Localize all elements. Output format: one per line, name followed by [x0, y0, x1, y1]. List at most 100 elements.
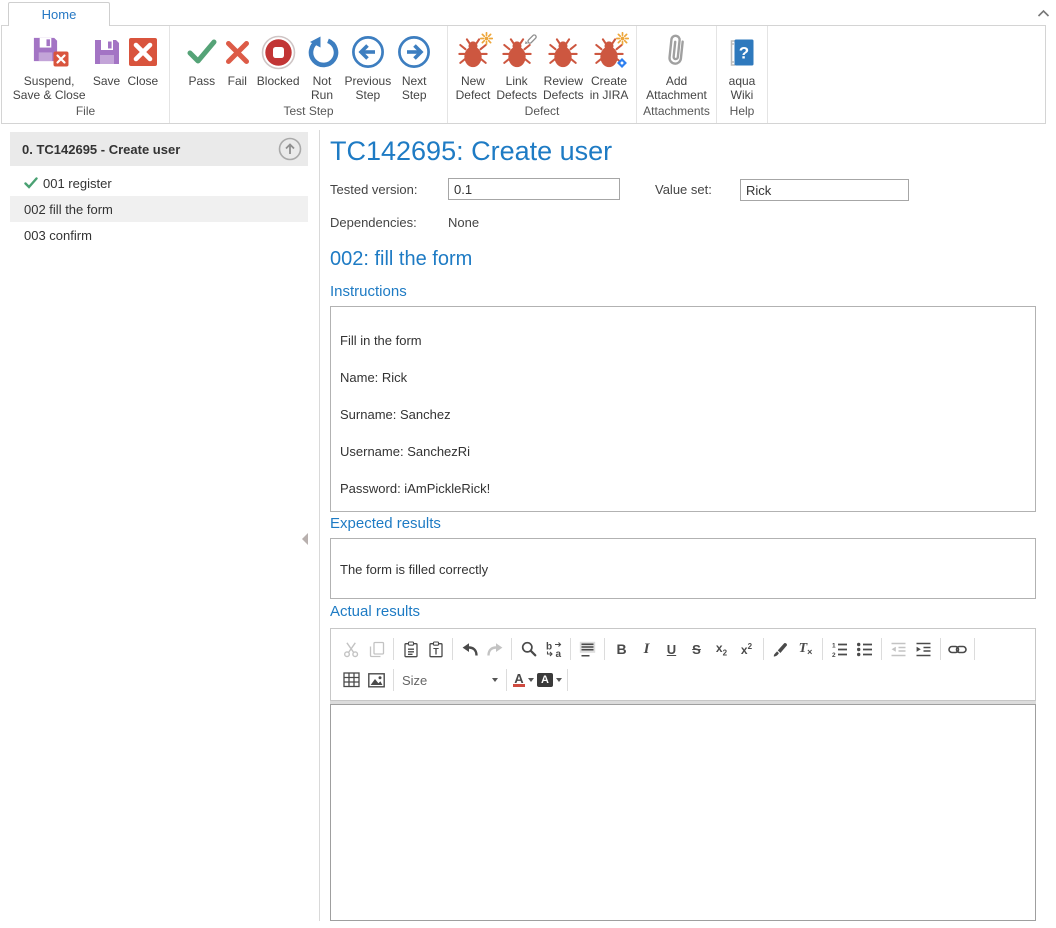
remove-format-icon: T× [799, 641, 813, 657]
svg-text:?: ? [739, 43, 749, 62]
add-attachment-button[interactable]: Add Attachment [643, 29, 710, 103]
blocked-icon [261, 30, 296, 74]
ribbon-group-label: Test Step [170, 104, 447, 123]
aqua-wiki-button[interactable]: ? aqua Wiki [725, 29, 759, 103]
toolbar-separator [604, 638, 605, 660]
ribbon-button-label: Pass [188, 74, 215, 88]
not-run-button[interactable]: Not Run [303, 29, 342, 103]
review-defects-button[interactable]: Review Defects [540, 29, 587, 103]
subscript-button[interactable]: x2 [709, 637, 734, 661]
text-color-button[interactable]: A [511, 668, 536, 692]
underline-icon: U [667, 642, 676, 657]
suspend-save-close-icon [31, 30, 67, 74]
numbered-list-button[interactable]: 12 [827, 637, 852, 661]
tab-home[interactable]: Home [8, 2, 110, 26]
ribbon-group-help: ?aqua WikiHelp [717, 26, 768, 123]
tested-version-input[interactable] [448, 178, 620, 200]
fail-icon [224, 30, 251, 74]
cut-button [339, 637, 364, 661]
previous-step-button[interactable]: Previous Step [342, 29, 395, 103]
toolbar-separator [452, 638, 453, 660]
redo-button [482, 637, 507, 661]
ribbon-button-label: Create in JIRA [590, 74, 629, 102]
tested-version-label: Tested version: [330, 182, 417, 197]
create-in-jira-icon [592, 30, 626, 74]
value-set-label: Value set: [655, 182, 712, 197]
pass-button[interactable]: Pass [183, 29, 221, 89]
sidebar-item-003-confirm[interactable]: 003 confirm [10, 222, 308, 248]
collapse-ribbon-button[interactable] [1037, 6, 1051, 16]
strikethrough-button[interactable]: S [684, 637, 709, 661]
collapse-panel-handle[interactable] [302, 533, 308, 545]
paste-icon [403, 641, 419, 658]
toolbar-separator [763, 638, 764, 660]
instructions-heading: Instructions [330, 283, 407, 300]
link-defects-button[interactable]: Link Defects [493, 29, 540, 103]
link-defects-icon [500, 30, 534, 74]
value-set-input[interactable] [740, 179, 909, 201]
toolbar-separator [506, 669, 507, 691]
link-button[interactable] [945, 637, 970, 661]
cut-icon [343, 641, 360, 658]
svg-text:1: 1 [832, 642, 836, 649]
instruction-line: Fill in the form [340, 333, 1026, 348]
instruction-line: Username: SanchezRi [340, 444, 1026, 459]
next-step-button[interactable]: Next Step [394, 29, 434, 103]
copy-icon [369, 641, 385, 658]
chevron-down-icon [492, 678, 498, 682]
instructions-box: Fill in the formName: RickSurname: Sanch… [330, 306, 1036, 512]
previous-step-icon [351, 30, 385, 74]
next-step-icon [397, 30, 431, 74]
image-button[interactable] [364, 668, 389, 692]
superscript-icon: x2 [741, 642, 752, 657]
ribbon-button-label: Not Run [311, 74, 333, 102]
replace-button[interactable]: ba [541, 637, 566, 661]
ribbon-button-label: aqua Wiki [729, 74, 756, 102]
background-color-button[interactable]: A [536, 668, 563, 692]
increase-indent-button[interactable] [911, 637, 936, 661]
sidebar-item-001-register[interactable]: 001 register [10, 170, 308, 196]
ribbon-button-label: New Defect [456, 74, 491, 102]
blocked-button[interactable]: Blocked [254, 29, 303, 89]
save-button[interactable]: Save [89, 29, 125, 89]
review-defects-icon [546, 30, 580, 74]
image-icon [368, 673, 385, 688]
ribbon-group-label: Defect [448, 104, 636, 123]
paste-text-button[interactable]: T [423, 637, 448, 661]
page-title: TC142695: Create user [330, 136, 612, 167]
font-size-select[interactable]: Size [398, 668, 502, 692]
subscript-icon: x2 [716, 641, 727, 657]
bold-button[interactable]: B [609, 637, 634, 661]
fail-button[interactable]: Fail [221, 29, 254, 89]
actual-results-heading: Actual results [330, 603, 420, 620]
text-color-icon: A [513, 673, 533, 687]
copy-formatting-button[interactable] [768, 637, 793, 661]
svg-text:2: 2 [832, 652, 836, 658]
select-all-button[interactable] [575, 637, 600, 661]
scroll-to-top-button[interactable] [278, 137, 302, 161]
toolbar-separator [393, 638, 394, 660]
ribbon-button-label: Previous Step [345, 74, 392, 102]
close-button[interactable]: Close [125, 29, 162, 89]
underline-button[interactable]: U [659, 637, 684, 661]
find-button[interactable] [516, 637, 541, 661]
strikethrough-icon: S [692, 642, 701, 657]
superscript-button[interactable]: x2 [734, 637, 759, 661]
suspend-save-close-button[interactable]: Suspend, Save & Close [10, 29, 89, 103]
ribbon-button-label: Close [128, 74, 159, 88]
italic-button[interactable]: I [634, 637, 659, 661]
table-icon [343, 672, 360, 688]
remove-format-button[interactable]: T× [793, 637, 818, 661]
paste-button[interactable] [398, 637, 423, 661]
instruction-line: Name: Rick [340, 370, 1026, 385]
panel-splitter[interactable] [319, 130, 320, 921]
bulleted-list-button[interactable] [852, 637, 877, 661]
sidebar-item-002-fill-the-form[interactable]: 002 fill the form [10, 196, 308, 222]
new-defect-button[interactable]: New Defect [453, 29, 494, 103]
actual-results-editor[interactable] [330, 704, 1036, 921]
create-in-jira-button[interactable]: Create in JIRA [587, 29, 632, 103]
replace-icon: ba [545, 641, 563, 658]
table-button[interactable] [339, 668, 364, 692]
undo-button[interactable] [457, 637, 482, 661]
sidebar-header-title: 0. TC142695 - Create user [22, 142, 180, 157]
